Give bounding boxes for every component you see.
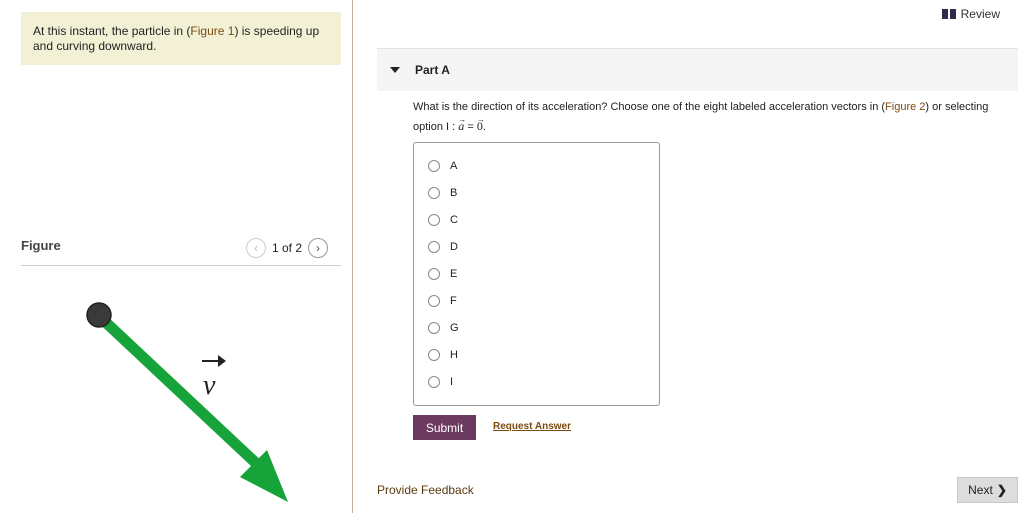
option-e[interactable]: E bbox=[428, 268, 457, 280]
velocity-vector-label: v bbox=[202, 355, 226, 401]
caret-down-icon bbox=[390, 67, 400, 73]
option-c[interactable]: C bbox=[428, 214, 458, 226]
radio-button[interactable] bbox=[428, 376, 440, 388]
radio-button[interactable] bbox=[428, 241, 440, 253]
figure-navigation: ‹ 1 of 2 › bbox=[246, 238, 329, 258]
option-label: A bbox=[450, 160, 458, 172]
figure-1-link[interactable]: Figure 1 bbox=[190, 24, 234, 38]
option-label: C bbox=[450, 214, 458, 226]
option-label: F bbox=[450, 295, 457, 307]
radio-button[interactable] bbox=[428, 322, 440, 334]
request-answer-link[interactable]: Request Answer bbox=[493, 421, 571, 432]
submit-button[interactable]: Submit bbox=[413, 415, 476, 440]
problem-statement: At this instant, the particle in (Figure… bbox=[21, 12, 341, 65]
options-group: A B C D E F G H I bbox=[413, 142, 660, 406]
option-label: E bbox=[450, 268, 458, 280]
radio-button[interactable] bbox=[428, 187, 440, 199]
option-d[interactable]: D bbox=[428, 241, 458, 253]
next-label: Next bbox=[968, 483, 993, 497]
option-label: G bbox=[450, 322, 459, 334]
review-label: Review bbox=[960, 7, 1000, 21]
equation-zero: 0 bbox=[477, 119, 483, 133]
option-i[interactable]: I bbox=[428, 376, 453, 388]
option-a[interactable]: A bbox=[428, 160, 457, 172]
particle bbox=[86, 302, 112, 328]
part-a-header[interactable]: Part A bbox=[377, 48, 1018, 91]
book-icon bbox=[941, 9, 956, 19]
chevron-right-icon: ❯ bbox=[996, 483, 1007, 497]
pane-divider bbox=[352, 0, 353, 513]
figure-divider bbox=[21, 265, 341, 266]
chevron-right-icon[interactable]: › bbox=[308, 238, 329, 258]
chevron-left-icon[interactable]: ‹ bbox=[246, 238, 266, 258]
option-label: H bbox=[450, 349, 458, 361]
option-g[interactable]: G bbox=[428, 322, 459, 334]
figure-image: v bbox=[86, 302, 288, 502]
option-label: B bbox=[450, 187, 458, 199]
option-b[interactable]: B bbox=[428, 187, 457, 199]
left-pane: At this instant, the particle in (Figure… bbox=[0, 0, 352, 513]
radio-button[interactable] bbox=[428, 214, 440, 226]
radio-button[interactable] bbox=[428, 268, 440, 280]
part-title: Part A bbox=[415, 63, 450, 77]
option-f[interactable]: F bbox=[428, 295, 457, 307]
equation-a: a bbox=[458, 119, 464, 133]
radio-button[interactable] bbox=[428, 349, 440, 361]
option-h[interactable]: H bbox=[428, 349, 458, 361]
svg-text:v: v bbox=[203, 370, 216, 401]
radio-button[interactable] bbox=[428, 160, 440, 172]
provide-feedback-link[interactable]: Provide Feedback bbox=[377, 483, 474, 497]
figure-counter: 1 of 2 bbox=[272, 241, 303, 255]
radio-button[interactable] bbox=[428, 295, 440, 307]
problem-text: At this instant, the particle in ( bbox=[33, 24, 191, 38]
figure-2-link[interactable]: Figure 2 bbox=[885, 101, 925, 113]
question-text: What is the direction of its acceleratio… bbox=[413, 98, 993, 137]
option-label: I bbox=[450, 376, 454, 388]
next-button[interactable]: Next ❯ bbox=[957, 477, 1018, 503]
velocity-arrow-shaft bbox=[95, 311, 263, 471]
option-label: D bbox=[450, 241, 458, 253]
figure-heading: Figure bbox=[21, 238, 61, 253]
review-link[interactable]: Review bbox=[941, 7, 1000, 21]
